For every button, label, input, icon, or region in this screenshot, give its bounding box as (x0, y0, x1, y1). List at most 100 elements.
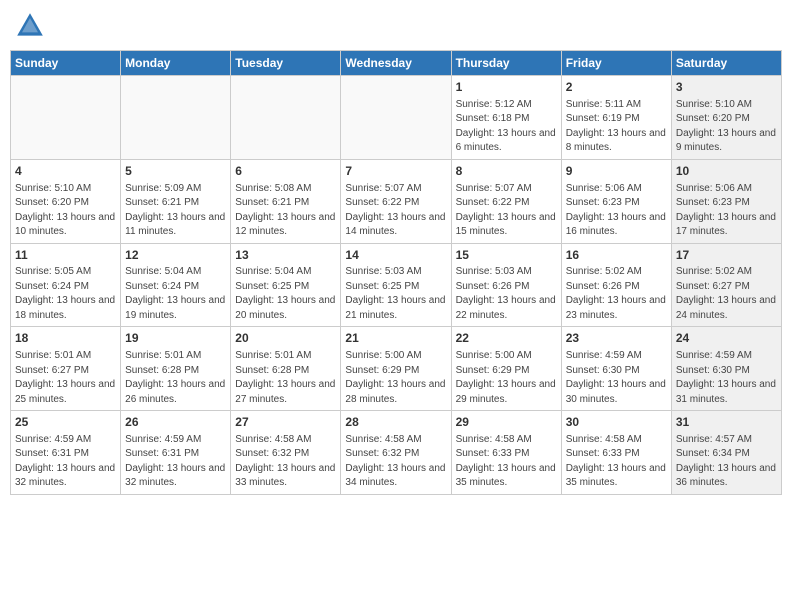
calendar-cell: 30 Sunrise: 4:58 AM Sunset: 6:33 PM Dayli… (561, 411, 671, 495)
cell-content: Sunrise: 4:59 AM Sunset: 6:30 PM Dayligh… (676, 349, 777, 407)
calendar-cell: 31 Sunrise: 4:57 AM Sunset: 6:34 PM Dayli… (671, 411, 781, 495)
calendar-cell: 19 Sunrise: 5:01 AM Sunset: 6:28 PM Dayli… (121, 327, 231, 411)
week-row-4: 18 Sunrise: 5:01 AM Sunset: 6:27 PM Dayli… (11, 327, 782, 411)
week-row-2: 4 Sunrise: 5:10 AM Sunset: 6:20 PM Daylig… (11, 159, 782, 243)
cell-content: Sunrise: 5:11 AM Sunset: 6:19 PM Dayligh… (566, 98, 667, 156)
calendar-cell (121, 76, 231, 160)
cell-content: Sunrise: 5:03 AM Sunset: 6:25 PM Dayligh… (345, 265, 446, 323)
header-thursday: Thursday (451, 51, 561, 76)
day-number: 10 (676, 163, 777, 180)
header-wednesday: Wednesday (341, 51, 451, 76)
calendar-cell: 20 Sunrise: 5:01 AM Sunset: 6:28 PM Dayli… (231, 327, 341, 411)
calendar-cell: 24 Sunrise: 4:59 AM Sunset: 6:30 PM Dayli… (671, 327, 781, 411)
calendar-cell: 12Sunrise: 5:04 AM Sunset: 6:24 PM Dayli… (121, 243, 231, 327)
cell-content: Sunrise: 4:59 AM Sunset: 6:30 PM Dayligh… (566, 349, 667, 407)
day-number: 9 (566, 163, 667, 180)
day-number: 21 (345, 330, 446, 347)
cell-content: Sunrise: 4:58 AM Sunset: 6:32 PM Dayligh… (235, 433, 336, 491)
calendar-cell: 18 Sunrise: 5:01 AM Sunset: 6:27 PM Dayli… (11, 327, 121, 411)
calendar-header-row: SundayMondayTuesdayWednesdayThursdayFrid… (11, 51, 782, 76)
calendar-cell: 26Sunrise: 4:59 AM Sunset: 6:31 PM Dayli… (121, 411, 231, 495)
day-number: 24 (676, 330, 777, 347)
header-sunday: Sunday (11, 51, 121, 76)
day-number: 4 (15, 163, 116, 180)
calendar-cell: 7 Sunrise: 5:07 AM Sunset: 6:22 PM Daylig… (341, 159, 451, 243)
calendar-cell: 28 Sunrise: 4:58 AM Sunset: 6:32 PM Dayli… (341, 411, 451, 495)
header-friday: Friday (561, 51, 671, 76)
calendar-cell: 5 Sunrise: 5:09 AM Sunset: 6:21 PM Daylig… (121, 159, 231, 243)
calendar-cell: 2 Sunrise: 5:11 AM Sunset: 6:19 PM Daylig… (561, 76, 671, 160)
cell-content: Sunrise: 5:06 AM Sunset: 6:23 PM Dayligh… (676, 182, 777, 240)
cell-content: Sunrise: 5:01 AM Sunset: 6:28 PM Dayligh… (235, 349, 336, 407)
cell-content: Sunrise: 5:01 AM Sunset: 6:28 PM Dayligh… (125, 349, 226, 407)
calendar: SundayMondayTuesdayWednesdayThursdayFrid… (10, 50, 782, 495)
day-number: 31 (676, 414, 777, 431)
calendar-cell: 14Sunrise: 5:03 AM Sunset: 6:25 PM Dayli… (341, 243, 451, 327)
cell-content: Sunrise: 5:07 AM Sunset: 6:22 PM Dayligh… (345, 182, 446, 240)
cell-content: Sunrise: 4:57 AM Sunset: 6:34 PM Dayligh… (676, 433, 777, 491)
day-number: 8 (456, 163, 557, 180)
day-number: 27 (235, 414, 336, 431)
calendar-cell: 23 Sunrise: 4:59 AM Sunset: 6:30 PM Dayli… (561, 327, 671, 411)
day-number: 15 (456, 247, 557, 264)
cell-content: Sunrise: 5:10 AM Sunset: 6:20 PM Dayligh… (15, 182, 116, 240)
calendar-cell (11, 76, 121, 160)
calendar-cell: 25 Sunrise: 4:59 AM Sunset: 6:31 PM Dayli… (11, 411, 121, 495)
day-number: 23 (566, 330, 667, 347)
cell-content: Sunrise: 4:58 AM Sunset: 6:32 PM Dayligh… (345, 433, 446, 491)
cell-content: Sunrise: 5:00 AM Sunset: 6:29 PM Dayligh… (456, 349, 557, 407)
calendar-cell: 4 Sunrise: 5:10 AM Sunset: 6:20 PM Daylig… (11, 159, 121, 243)
day-number: 20 (235, 330, 336, 347)
header-saturday: Saturday (671, 51, 781, 76)
day-number: 16 (566, 247, 667, 264)
day-number: 11 (15, 247, 116, 264)
cell-content: Sunrise: 5:08 AM Sunset: 6:21 PM Dayligh… (235, 182, 336, 240)
header-tuesday: Tuesday (231, 51, 341, 76)
cell-content: Sunrise: 5:04 AM Sunset: 6:24 PM Dayligh… (125, 265, 226, 323)
cell-content: Sunrise: 5:01 AM Sunset: 6:27 PM Dayligh… (15, 349, 116, 407)
header-monday: Monday (121, 51, 231, 76)
calendar-cell: 15Sunrise: 5:03 AM Sunset: 6:26 PM Dayli… (451, 243, 561, 327)
day-number: 2 (566, 79, 667, 96)
page-header (10, 10, 782, 42)
day-number: 1 (456, 79, 557, 96)
day-number: 12 (125, 247, 226, 264)
calendar-cell: 6Sunrise: 5:08 AM Sunset: 6:21 PM Daylig… (231, 159, 341, 243)
cell-content: Sunrise: 5:06 AM Sunset: 6:23 PM Dayligh… (566, 182, 667, 240)
day-number: 3 (676, 79, 777, 96)
cell-content: Sunrise: 5:09 AM Sunset: 6:21 PM Dayligh… (125, 182, 226, 240)
day-number: 30 (566, 414, 667, 431)
day-number: 13 (235, 247, 336, 264)
day-number: 18 (15, 330, 116, 347)
cell-content: Sunrise: 5:10 AM Sunset: 6:20 PM Dayligh… (676, 98, 777, 156)
day-number: 28 (345, 414, 446, 431)
logo-icon (14, 10, 46, 42)
calendar-cell: 22 Sunrise: 5:00 AM Sunset: 6:29 PM Dayli… (451, 327, 561, 411)
day-number: 19 (125, 330, 226, 347)
calendar-cell: 9 Sunrise: 5:06 AM Sunset: 6:23 PM Daylig… (561, 159, 671, 243)
day-number: 29 (456, 414, 557, 431)
cell-content: Sunrise: 4:58 AM Sunset: 6:33 PM Dayligh… (566, 433, 667, 491)
calendar-cell: 11Sunrise: 5:05 AM Sunset: 6:24 PM Dayli… (11, 243, 121, 327)
calendar-cell: 8 Sunrise: 5:07 AM Sunset: 6:22 PM Daylig… (451, 159, 561, 243)
day-number: 17 (676, 247, 777, 264)
day-number: 5 (125, 163, 226, 180)
cell-content: Sunrise: 4:58 AM Sunset: 6:33 PM Dayligh… (456, 433, 557, 491)
cell-content: Sunrise: 5:04 AM Sunset: 6:25 PM Dayligh… (235, 265, 336, 323)
calendar-cell: 21Sunrise: 5:00 AM Sunset: 6:29 PM Dayli… (341, 327, 451, 411)
cell-content: Sunrise: 5:02 AM Sunset: 6:27 PM Dayligh… (676, 265, 777, 323)
calendar-cell (341, 76, 451, 160)
cell-content: Sunrise: 5:05 AM Sunset: 6:24 PM Dayligh… (15, 265, 116, 323)
week-row-5: 25 Sunrise: 4:59 AM Sunset: 6:31 PM Dayli… (11, 411, 782, 495)
day-number: 25 (15, 414, 116, 431)
calendar-cell: 1Sunrise: 5:12 AM Sunset: 6:18 PM Daylig… (451, 76, 561, 160)
day-number: 22 (456, 330, 557, 347)
cell-content: Sunrise: 5:07 AM Sunset: 6:22 PM Dayligh… (456, 182, 557, 240)
cell-content: Sunrise: 4:59 AM Sunset: 6:31 PM Dayligh… (15, 433, 116, 491)
calendar-cell: 3 Sunrise: 5:10 AM Sunset: 6:20 PM Daylig… (671, 76, 781, 160)
cell-content: Sunrise: 5:03 AM Sunset: 6:26 PM Dayligh… (456, 265, 557, 323)
day-number: 7 (345, 163, 446, 180)
week-row-1: 1Sunrise: 5:12 AM Sunset: 6:18 PM Daylig… (11, 76, 782, 160)
calendar-cell: 16Sunrise: 5:02 AM Sunset: 6:26 PM Dayli… (561, 243, 671, 327)
calendar-cell: 17Sunrise: 5:02 AM Sunset: 6:27 PM Dayli… (671, 243, 781, 327)
